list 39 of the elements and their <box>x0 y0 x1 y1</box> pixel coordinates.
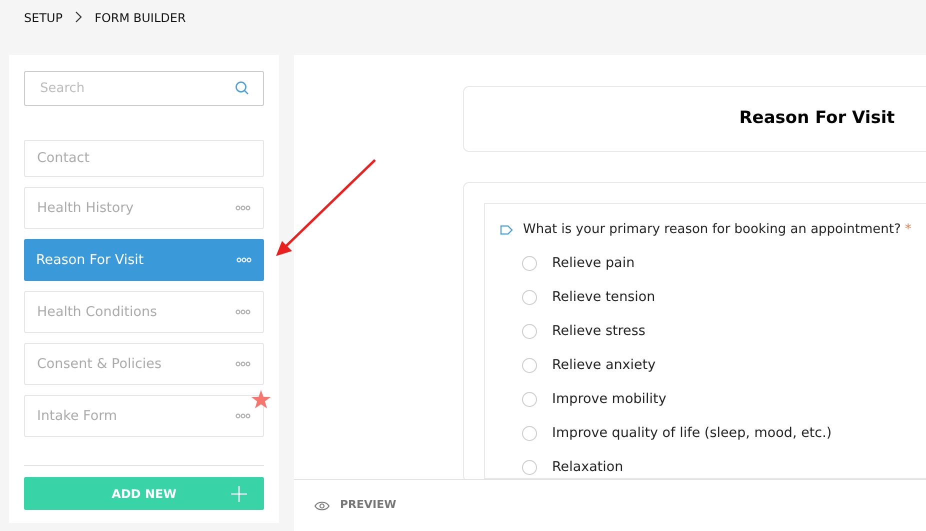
more-icon[interactable] <box>235 361 251 367</box>
more-icon[interactable] <box>235 309 251 315</box>
question-text: What is your primary reason for booking an appointment? <box>523 221 901 239</box>
sidebar-item[interactable]: Health Conditions <box>24 291 264 333</box>
more-icon[interactable] <box>235 413 251 419</box>
radio-button[interactable] <box>522 358 537 373</box>
option-label: Improve mobility <box>552 390 666 410</box>
search-field[interactable]: Search <box>24 71 264 106</box>
eye-icon <box>314 500 330 510</box>
option-label: Relieve stress <box>552 322 646 342</box>
option-label: Relaxation <box>552 458 624 478</box>
option-label: Relieve tension <box>552 288 656 308</box>
tag-icon <box>500 224 513 235</box>
radio-button[interactable] <box>522 426 537 441</box>
radio-button[interactable] <box>522 392 537 407</box>
radio-button[interactable] <box>522 324 537 339</box>
sidebar-item[interactable]: Health History <box>24 187 264 229</box>
sidebar-item[interactable]: Contact <box>24 140 264 177</box>
form-title: Reason For Visit <box>739 107 895 130</box>
plus-icon <box>231 486 247 502</box>
star-icon <box>251 390 271 409</box>
more-icon[interactable] <box>235 205 251 211</box>
option-label: Improve quality of life (sleep, mood, etc.) <box>552 424 832 444</box>
breadcrumb-link[interactable]: SETUP <box>24 9 63 27</box>
radio-button[interactable] <box>522 256 537 271</box>
sidebar-item[interactable]: Intake Form <box>24 395 264 437</box>
breadcrumb-current: FORM BUILDER <box>94 10 186 27</box>
preview-button[interactable]: PREVIEW <box>314 497 396 514</box>
sidebar-item[interactable]: Reason For Visit <box>24 239 264 281</box>
add-new-button[interactable]: ADD NEW <box>24 477 264 510</box>
radio-button[interactable] <box>522 460 537 475</box>
option-label: Relieve anxiety <box>552 356 656 376</box>
required-mark: * <box>904 221 912 239</box>
sidebar-item[interactable]: Consent & Policies <box>24 343 264 385</box>
option-label: Relieve pain <box>552 254 635 274</box>
chevron-right-icon <box>74 11 83 23</box>
radio-button[interactable] <box>522 290 537 305</box>
more-icon[interactable] <box>236 257 252 263</box>
search-icon <box>235 81 249 95</box>
